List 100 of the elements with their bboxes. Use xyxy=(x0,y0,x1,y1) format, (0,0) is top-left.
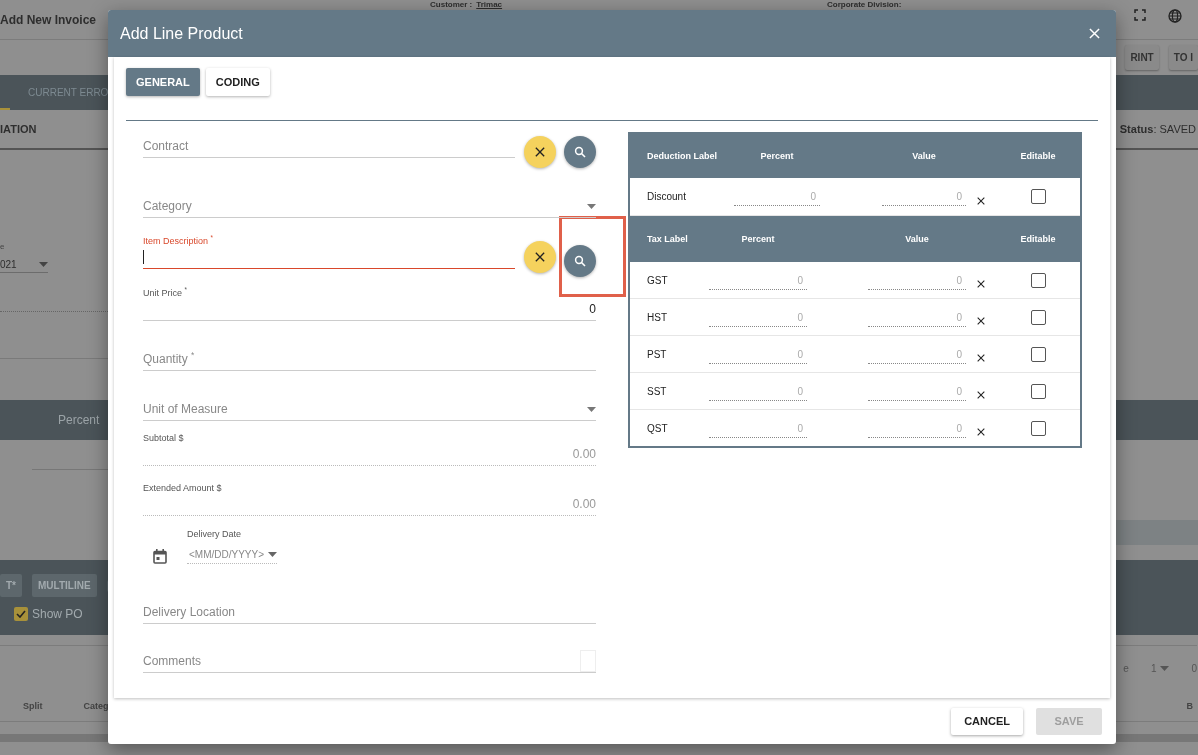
field-placeholder: Contract xyxy=(143,139,190,153)
field-label: Extended Amount $ xyxy=(143,483,223,493)
value-input[interactable]: 0 xyxy=(868,422,966,438)
column-header: Categ xyxy=(83,701,109,711)
table-cell-text: QST xyxy=(647,422,669,434)
field-value: 0.00 xyxy=(571,497,596,511)
dropdown-caret-icon xyxy=(39,262,48,267)
fullscreen-icon[interactable] xyxy=(1134,9,1146,21)
status-text: Status: SAVED xyxy=(1119,123,1196,135)
globe-icon[interactable] xyxy=(1168,9,1182,23)
checkbox[interactable] xyxy=(1030,420,1046,436)
toolbar-button[interactable]: RINT xyxy=(1125,45,1159,70)
checkbox[interactable] xyxy=(1030,272,1046,288)
close-icon xyxy=(535,252,545,262)
percent-input[interactable]: 0 xyxy=(709,274,807,290)
customer-link[interactable]: Trimac xyxy=(476,0,503,9)
value-input[interactable]: 0 xyxy=(868,311,966,327)
value-input[interactable]: 0 xyxy=(868,274,966,290)
field-placeholder: Unit of Measure xyxy=(143,402,228,416)
search-icon xyxy=(574,255,586,267)
search-button[interactable] xyxy=(564,245,596,277)
percent-input[interactable]: 0 xyxy=(734,191,820,206)
text-field[interactable]: Delivery Location xyxy=(143,599,596,624)
checkbox[interactable] xyxy=(1030,383,1046,399)
percent-input[interactable]: 0 xyxy=(709,385,807,401)
number-field[interactable]: Unit Price $^{*}$ 0 xyxy=(143,286,596,321)
field-label: Delivery Date xyxy=(187,528,243,539)
dropdown-caret-icon xyxy=(1160,666,1170,671)
clear-icon xyxy=(977,391,985,399)
search-icon xyxy=(574,146,586,158)
field-label: Item Description $^{*}$ xyxy=(143,234,214,246)
comments-field[interactable]: Comments xyxy=(143,648,596,673)
select-field[interactable]: Unit of Measure xyxy=(143,396,596,421)
column-header: Editable xyxy=(1019,151,1057,161)
dropdown-caret-icon xyxy=(268,551,277,557)
checkbox[interactable] xyxy=(14,607,28,621)
toolbar-button[interactable]: MULTILINE xyxy=(32,574,97,597)
close-icon xyxy=(1089,28,1100,39)
checkbox-label: Show PO xyxy=(32,607,83,621)
clear-button[interactable] xyxy=(524,241,556,273)
dropdown-caret-icon xyxy=(587,406,596,412)
percent-input[interactable]: 0 xyxy=(709,348,807,364)
text-field[interactable]: Quantity $^{*}$ xyxy=(143,346,596,371)
select-field[interactable]: Category xyxy=(143,193,596,218)
dialog-title: Add Line Product xyxy=(120,24,243,43)
date-select[interactable]: <MM/DD/YYYY> xyxy=(187,542,277,564)
tab[interactable]: CODING xyxy=(205,68,270,96)
field-placeholder: Category xyxy=(143,199,192,213)
cancel-button[interactable]: CANCEL xyxy=(951,707,1023,735)
field-label: Unit Price $^{*}$ xyxy=(143,286,188,298)
column-header: Percent xyxy=(740,234,776,244)
text-cursor xyxy=(143,250,144,264)
table-cell-text: GST xyxy=(647,274,669,286)
section-title: IATION xyxy=(0,123,37,135)
calendar-icon[interactable] xyxy=(153,548,167,564)
clear-icon xyxy=(977,196,985,205)
clear-icon xyxy=(977,317,985,325)
percent-input[interactable]: 0 xyxy=(709,311,807,327)
table-cell-text: SST xyxy=(647,385,668,397)
tab[interactable]: CURRENT ERRO xyxy=(28,87,109,98)
value-input[interactable]: 0 xyxy=(882,191,966,206)
lookup-field[interactable]: Contract xyxy=(143,133,515,158)
field-placeholder: Quantity $^{*}$ xyxy=(143,350,196,366)
clear-button[interactable] xyxy=(524,136,556,168)
field-placeholder: Comments xyxy=(143,654,202,668)
value-input[interactable]: 0 xyxy=(868,385,966,401)
division-label: Corporate Division: xyxy=(827,0,902,9)
field-placeholder: Delivery Location xyxy=(143,605,237,619)
page-title: Add New Invoice xyxy=(0,13,97,27)
lookup-field[interactable]: Item Description $^{*}$ xyxy=(143,234,515,269)
toolbar-button[interactable]: T* xyxy=(0,574,22,597)
checkbox[interactable] xyxy=(1030,346,1046,362)
column-header: Split xyxy=(23,701,43,711)
dropdown-caret-icon xyxy=(587,203,596,209)
field-value: 0 xyxy=(588,302,596,316)
column-header: Value xyxy=(911,151,937,161)
tab[interactable]: GENERAL xyxy=(126,68,200,96)
clear-icon xyxy=(977,280,985,288)
search-button[interactable] xyxy=(564,136,596,168)
checkbox[interactable] xyxy=(1030,189,1046,204)
toolbar-button[interactable]: TO I xyxy=(1168,45,1198,70)
column-header: Deduction Label xyxy=(647,151,718,161)
field-value: 0.00 xyxy=(571,447,596,461)
field-label: e xyxy=(0,242,5,251)
column-header: Value xyxy=(904,234,930,244)
value-input[interactable]: 0 xyxy=(868,348,966,364)
column-header: B xyxy=(1186,701,1193,711)
year-select[interactable]: 021 xyxy=(0,259,48,273)
column-header: Percent xyxy=(58,413,100,427)
field-label: Subtotal $ xyxy=(143,433,185,443)
table-cell-text: Discount xyxy=(647,191,687,202)
customer-label: Customer : xyxy=(430,0,473,9)
table-cell-text: PST xyxy=(647,348,668,360)
table-cell-text: HST xyxy=(647,311,668,323)
percent-input[interactable]: 0 xyxy=(709,422,807,438)
close-button[interactable] xyxy=(1087,26,1102,41)
checkbox[interactable] xyxy=(1030,309,1046,325)
clear-icon xyxy=(977,428,985,436)
column-header: Percent xyxy=(759,151,795,161)
column-header: Editable xyxy=(1019,234,1057,244)
